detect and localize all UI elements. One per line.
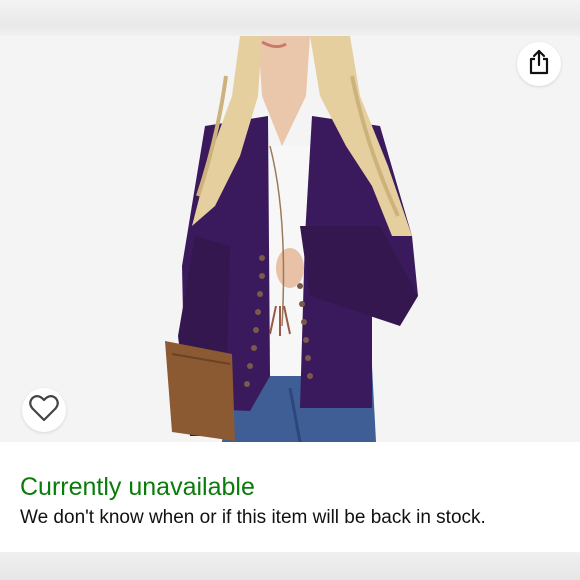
product-photo-illustration	[165, 36, 418, 442]
product-image	[0, 36, 580, 442]
share-button[interactable]	[517, 42, 561, 86]
stock-note: We don't know when or if this item will …	[20, 507, 486, 528]
bottom-blurred-edge	[0, 552, 580, 580]
share-icon	[527, 49, 551, 80]
availability-status: Currently unavailable	[20, 473, 255, 501]
top-blurred-edge	[0, 0, 580, 36]
wishlist-button[interactable]	[22, 388, 66, 432]
product-card: Currently unavailable We don't know when…	[0, 36, 580, 552]
heart-icon	[29, 394, 59, 427]
